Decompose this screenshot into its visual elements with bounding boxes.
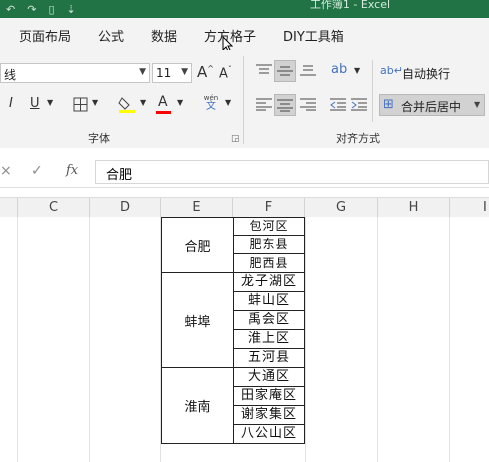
font-color-swatch [156,111,171,114]
chevron-down-icon[interactable]: ▼ [177,98,183,107]
ribbon-gap [0,148,489,157]
undo-icon[interactable]: ↶ [6,3,15,16]
align-left-icon[interactable] [256,97,272,111]
alignment-group-label: 对齐方式 [336,132,380,145]
shrink-font-button[interactable]: Aˇ [219,65,232,81]
phonetic-guide-button[interactable]: wén 文 [201,94,221,112]
middle-align-icon [277,66,293,76]
align-right-icon[interactable] [300,97,316,111]
merged-city-cell[interactable]: 合肥 [161,217,234,273]
insert-function-icon[interactable]: fx [66,163,78,178]
align-center-button[interactable] [274,94,296,116]
fill-color-icon[interactable] [118,95,136,113]
chevron-down-icon[interactable]: ▼ [47,98,53,107]
underline-button[interactable]: U [30,96,40,111]
district-cell[interactable]: 肥东县 [233,235,305,254]
font-color-button[interactable]: A [158,94,168,110]
chevron-down-icon: ▼ [181,67,188,77]
chevron-down-icon: ▼ [474,100,481,109]
district-cell[interactable]: 龙子湖区 [233,272,305,292]
chevron-down-icon[interactable]: ▼ [354,66,360,75]
redo-icon[interactable]: ↷ [27,3,36,16]
window-title: 工作簿1 - Excel [309,0,391,11]
ribbon-tabs: 页面布局 公式 数据 方方格子 DIY工具箱 [0,18,489,54]
column-headers: C D E F G H I [0,197,489,218]
formula-bar: × ✓ fx 合肥 [0,157,489,188]
merged-city-cell[interactable]: 蚌埠 [161,272,234,368]
merge-center-icon: ⊞ [383,97,394,112]
group-divider [243,56,244,144]
font-name-combo[interactable]: 线 ▼ [0,63,150,83]
district-cell[interactable]: 八公山区 [233,424,305,444]
title-bar: ↶ ↷ ▯ ⇣ 工作簿1 - Excel [0,0,489,18]
font-dialog-launcher-icon[interactable]: ◲ [231,134,240,144]
chevron-down-icon[interactable]: ▼ [92,98,98,107]
district-cell[interactable]: 禹会区 [233,310,305,330]
bottom-align-icon[interactable] [300,63,316,77]
font-size-combo[interactable]: 11 ▼ [152,63,192,83]
district-cell[interactable]: 五河县 [233,348,305,368]
tab-diy-toolbox[interactable]: DIY工具箱 [283,26,344,45]
column-header-d[interactable]: D [90,198,161,217]
orientation-icon[interactable]: ab [331,62,347,77]
decrease-indent-icon[interactable] [330,97,346,111]
italic-button[interactable]: I [9,96,13,111]
borders-icon[interactable] [73,97,88,112]
column-header-e[interactable]: E [161,198,233,217]
district-cell[interactable]: 肥西县 [233,253,305,273]
district-cell[interactable]: 包河区 [233,217,305,236]
enter-icon[interactable]: ✓ [31,163,43,179]
divider [372,60,373,122]
grow-font-button[interactable]: A^ [197,63,214,81]
merge-center-button[interactable]: ⊞ 合并后居中 ▼ [379,94,485,116]
chevron-down-icon[interactable]: ▼ [140,98,146,107]
column-header-g[interactable]: G [305,198,378,217]
top-align-icon[interactable] [256,63,272,77]
district-cell[interactable]: 大通区 [233,367,305,387]
chevron-down-icon[interactable]: ▼ [225,98,231,107]
district-cell[interactable]: 田家庵区 [233,386,305,406]
formula-input[interactable]: 合肥 [95,160,489,184]
align-center-icon [277,99,293,112]
column-header-f[interactable]: F [233,198,305,217]
chevron-down-icon: ▼ [139,67,146,77]
merged-city-cell[interactable]: 淮南 [161,367,234,444]
save-icon[interactable]: ▯ [48,3,54,16]
wrap-text-icon: ab↵ [380,64,403,77]
customize-qat-icon[interactable]: ⇣ [67,3,76,16]
tab-formulas[interactable]: 公式 [98,26,124,45]
middle-align-button[interactable] [274,60,296,82]
ribbon-home: 线 ▼ 11 ▼ A^ Aˇ I U ▼ ▼ ▼ A ▼ wén 文 ▼ 字体 … [0,50,489,149]
tab-page-layout[interactable]: 页面布局 [19,26,71,45]
font-name-value: 线 [4,68,17,82]
quick-access-toolbar: ↶ ↷ ▯ ⇣ [6,0,76,18]
column-header-i[interactable]: I [450,198,489,217]
column-header-h[interactable]: H [378,198,450,217]
worksheet-grid[interactable]: 合肥 包河区 肥东县 肥西县 蚌埠 龙子湖区 蚌山区 禹会区 淮上区 五河县 淮… [0,217,489,462]
font-group-label: 字体 [88,132,110,145]
column-header-c[interactable]: C [18,198,90,217]
cancel-icon[interactable]: × [0,163,12,179]
increase-indent-icon[interactable] [351,97,367,111]
district-cell[interactable]: 蚌山区 [233,291,305,311]
tab-data[interactable]: 数据 [151,26,177,45]
district-cell[interactable]: 谢家集区 [233,405,305,425]
district-cell[interactable]: 淮上区 [233,329,305,349]
font-size-value: 11 [156,66,172,80]
